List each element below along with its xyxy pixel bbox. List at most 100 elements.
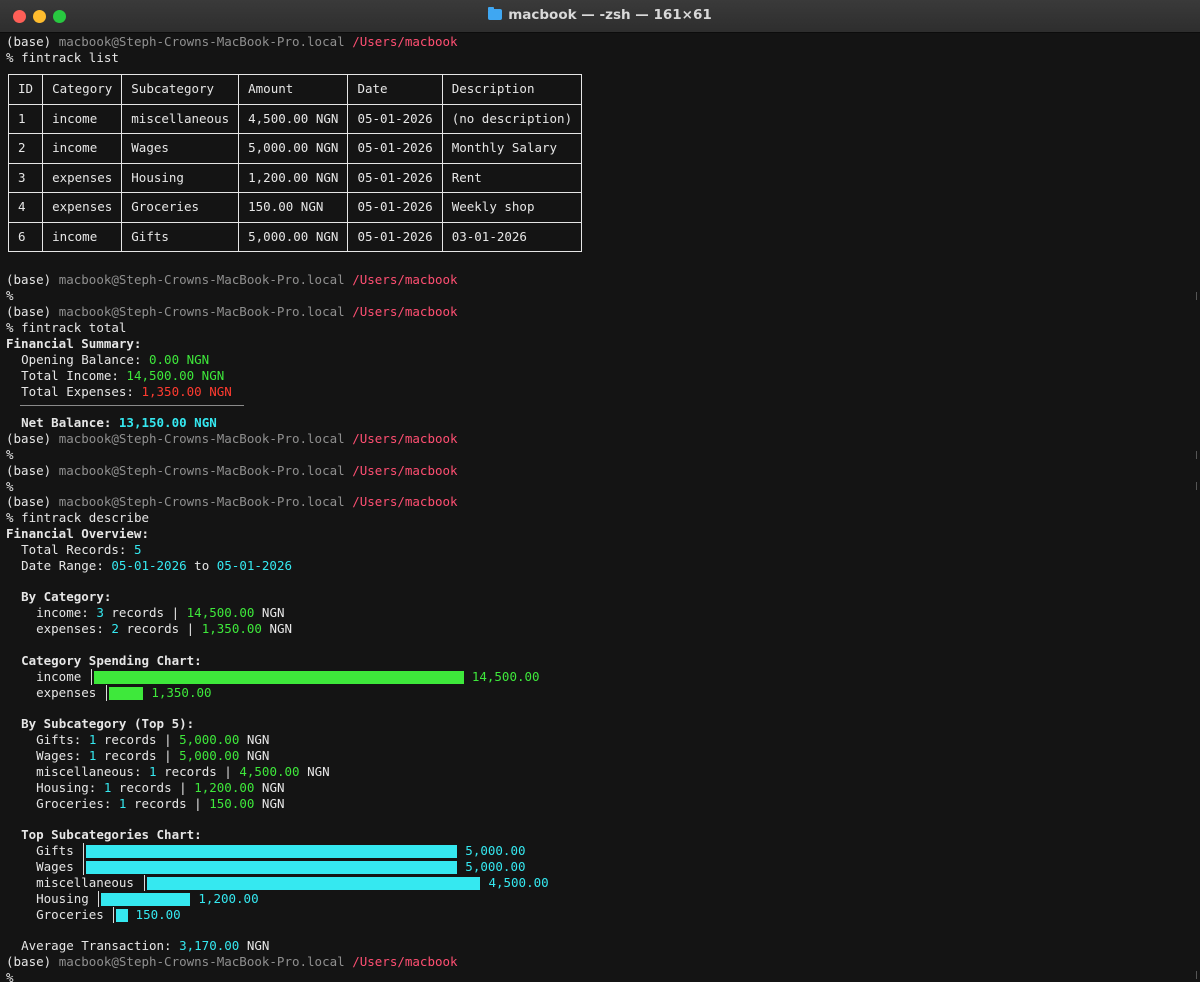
chart-axis-tick xyxy=(83,843,85,859)
prompt-line: (base) macbook@Steph-Crowns-MacBook-Pro.… xyxy=(6,954,458,969)
table-cell: income xyxy=(42,133,123,164)
command-line: % fintrack total xyxy=(6,320,127,335)
opening-balance: Opening Balance: 0.00 NGN xyxy=(21,352,210,367)
table-header-cell: Category xyxy=(42,74,123,105)
table-cell: 03-01-2026 xyxy=(441,221,583,252)
terminal-window: macbook — -zsh — 161×61 (base) macbook@S… xyxy=(0,0,1200,982)
table-cell: Gifts xyxy=(121,221,240,252)
table-cell: miscellaneous xyxy=(121,103,240,134)
table-cell: Wages xyxy=(121,133,240,164)
scroll-marker xyxy=(1196,971,1197,979)
table-header-cell: Subcategory xyxy=(121,74,240,105)
scroll-marker xyxy=(1196,451,1197,459)
table-cell: Monthly Salary xyxy=(441,133,583,164)
table-cell: income xyxy=(42,103,123,134)
by-subcategory-heading: By Subcategory (Top 5): xyxy=(21,716,195,731)
chart-bar xyxy=(86,844,458,858)
scroll-marker xyxy=(1196,482,1197,490)
table-cell: 2 xyxy=(7,133,44,164)
summary-divider xyxy=(20,405,244,406)
chart-label: Wages xyxy=(6,859,74,874)
list-item: Groceries: 1 records | 150.00 NGN xyxy=(36,796,285,811)
table-cell: Rent xyxy=(441,162,583,193)
total-expenses: Total Expenses: 1,350.00 NGN xyxy=(21,384,232,399)
folder-icon xyxy=(488,7,503,20)
command-line: % xyxy=(6,447,14,462)
chart-value-label: 5,000.00 xyxy=(465,859,526,874)
prompt-line: (base) macbook@Steph-Crowns-MacBook-Pro.… xyxy=(6,34,458,49)
command-line[interactable]: % xyxy=(6,970,14,982)
chart-axis-tick xyxy=(90,669,92,685)
command-line: % fintrack list xyxy=(6,50,119,65)
table-cell: 5,000.00 NGN xyxy=(238,221,349,252)
list-item: Wages: 1 records | 5,000.00 NGN xyxy=(36,748,270,763)
table-cell: 6 xyxy=(7,221,44,252)
command-line: % fintrack describe xyxy=(6,510,149,525)
chart-label: Gifts xyxy=(6,843,74,858)
title-bar[interactable]: macbook — -zsh — 161×61 xyxy=(0,0,1200,33)
chart-axis-tick xyxy=(98,891,100,907)
terminal-output[interactable]: (base) macbook@Steph-Crowns-MacBook-Pro.… xyxy=(6,34,1200,982)
table-row: 4 expenses Groceries 150.00 NGN 05-01-20… xyxy=(7,192,583,223)
table-header-cell: ID xyxy=(7,74,44,105)
table-header-cell: Description xyxy=(441,74,583,105)
average-transaction: Average Transaction: 3,170.00 NGN xyxy=(21,938,270,953)
table-header-cell: Date xyxy=(347,74,443,105)
table-cell: 05-01-2026 xyxy=(347,162,443,193)
table-cell: 5,000.00 NGN xyxy=(238,133,349,164)
table-row: 1 income miscellaneous 4,500.00 NGN 05-0… xyxy=(7,103,583,134)
chart-value-label: 1,200.00 xyxy=(198,891,259,906)
chart-value-label: 1,350.00 xyxy=(151,685,212,700)
table-row: 2 income Wages 5,000.00 NGN 05-01-2026 M… xyxy=(7,133,583,164)
category-chart-heading: Category Spending Chart: xyxy=(21,653,202,668)
table-cell: 05-01-2026 xyxy=(347,192,443,223)
table-cell: income xyxy=(42,221,123,252)
chart-label: Housing xyxy=(6,891,89,906)
list-item: miscellaneous: 1 records | 4,500.00 NGN xyxy=(36,764,330,779)
table-cell: 1 xyxy=(7,103,44,134)
chart-bar xyxy=(116,908,128,922)
table-row: 6 income Gifts 5,000.00 NGN 05-01-2026 0… xyxy=(7,221,583,252)
chart-axis-tick xyxy=(143,875,145,891)
chart-axis-tick xyxy=(105,685,107,701)
subcategory-chart-heading: Top Subcategories Chart: xyxy=(21,827,202,842)
chart-bar xyxy=(108,686,144,700)
table-cell: 1,200.00 NGN xyxy=(238,162,349,193)
prompt-line: (base) macbook@Steph-Crowns-MacBook-Pro.… xyxy=(6,272,458,287)
table-cell: expenses xyxy=(42,192,123,223)
prompt-line: (base) macbook@Steph-Crowns-MacBook-Pro.… xyxy=(6,463,458,478)
total-records: Total Records: 5 xyxy=(21,542,142,557)
chart-bar xyxy=(93,670,464,684)
chart-label: expenses xyxy=(6,685,97,700)
table-cell: 150.00 NGN xyxy=(238,192,349,223)
chart-axis-tick xyxy=(113,907,115,923)
transactions-table: ID Category Subcategory Amount Date Desc… xyxy=(7,74,583,252)
table-row: 3 expenses Housing 1,200.00 NGN 05-01-20… xyxy=(7,162,583,193)
table-cell: 05-01-2026 xyxy=(347,133,443,164)
window-title: macbook — -zsh — 161×61 xyxy=(0,7,1200,23)
list-item: income: 3 records | 14,500.00 NGN xyxy=(36,605,285,620)
prompt-line: (base) macbook@Steph-Crowns-MacBook-Pro.… xyxy=(6,304,458,319)
table-header-cell: Amount xyxy=(238,74,349,105)
list-item: expenses: 2 records | 1,350.00 NGN xyxy=(36,621,293,636)
total-income: Total Income: 14,500.00 NGN xyxy=(21,368,225,383)
table-cell: 4,500.00 NGN xyxy=(238,103,349,134)
table-cell: 05-01-2026 xyxy=(347,221,443,252)
scroll-marker xyxy=(1196,292,1197,300)
table-cell: Housing xyxy=(121,162,240,193)
prompt-line: (base) macbook@Steph-Crowns-MacBook-Pro.… xyxy=(6,494,458,509)
prompt-line: (base) macbook@Steph-Crowns-MacBook-Pro.… xyxy=(6,431,458,446)
chart-label: miscellaneous xyxy=(6,875,134,890)
command-line: % xyxy=(6,288,14,303)
net-balance: Net Balance: 13,150.00 NGN xyxy=(21,415,217,430)
date-range: Date Range: 05-01-2026 to 05-01-2026 xyxy=(21,558,293,573)
chart-label: Groceries xyxy=(6,907,104,922)
chart-label: income xyxy=(6,669,82,684)
command-line: % xyxy=(6,479,14,494)
summary-heading: Financial Summary: xyxy=(6,336,142,351)
table-header-row: ID Category Subcategory Amount Date Desc… xyxy=(7,74,583,105)
table-cell: 3 xyxy=(7,162,44,193)
list-item: Gifts: 1 records | 5,000.00 NGN xyxy=(36,732,270,747)
table-cell: Weekly shop xyxy=(441,192,583,223)
chart-bar xyxy=(86,860,458,874)
